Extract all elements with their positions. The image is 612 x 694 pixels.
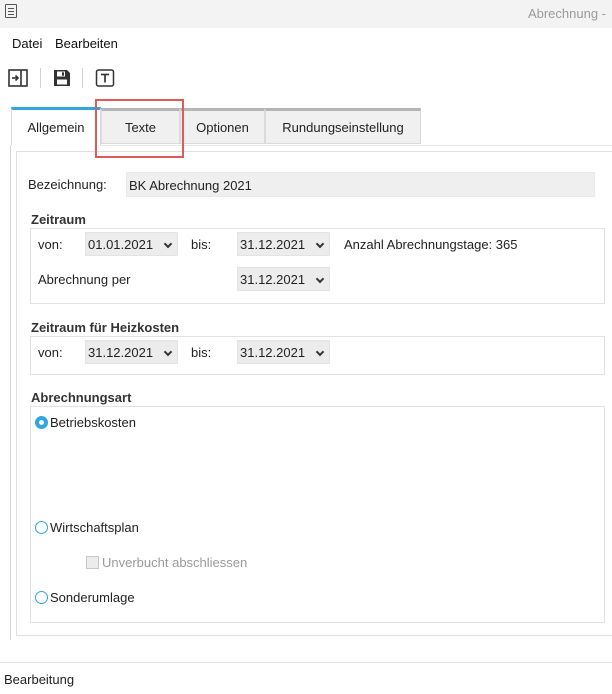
tab-label: Optionen: [196, 119, 249, 135]
status-bar: Bearbeitung: [0, 662, 612, 694]
period-from-label: von:: [38, 237, 63, 252]
designation-label: Bezeichnung:: [28, 177, 107, 192]
tab-bar: Allgemein Texte Optionen Rundungseinstel…: [0, 107, 612, 146]
radio-label-betriebskosten[interactable]: Betriebskosten: [50, 415, 136, 430]
menu-edit[interactable]: Bearbeiten: [55, 36, 118, 51]
chevron-down-icon: [315, 239, 325, 249]
tab-rundungseinstellung[interactable]: Rundungseinstellung: [265, 108, 421, 144]
save-button[interactable]: [50, 66, 74, 90]
chevron-down-icon: [315, 274, 325, 284]
select-value: 31.12.2021: [240, 237, 306, 252]
heating-to-label: bis:: [191, 345, 212, 360]
toolbar-separator: [40, 68, 41, 88]
radio-sonderumlage[interactable]: [35, 591, 48, 604]
tab-allgemein[interactable]: Allgemein: [11, 107, 101, 146]
chevron-down-icon: [163, 347, 173, 357]
period-from-select[interactable]: 01.01.2021: [85, 232, 178, 256]
chevron-down-icon: [315, 347, 325, 357]
menu-bar: Datei Bearbeiten: [0, 28, 612, 58]
billing-type-section-title: Abrechnungsart: [31, 390, 132, 405]
tab-optionen[interactable]: Optionen: [180, 108, 265, 144]
radio-betriebskosten[interactable]: [35, 416, 48, 429]
period-section-title: Zeitraum: [31, 212, 86, 227]
unbooked-checkbox[interactable]: [86, 556, 99, 569]
billing-per-select[interactable]: 31.12.2021: [237, 267, 330, 291]
heating-from-select[interactable]: 31.12.2021: [85, 340, 178, 364]
select-value: 31.12.2021: [88, 345, 154, 360]
status-text: Bearbeitung: [4, 672, 75, 687]
exit-icon: [8, 69, 28, 87]
text-icon: [95, 69, 115, 87]
radio-label-sonderumlage[interactable]: Sonderumlage: [50, 590, 135, 605]
title-bar: Abrechnung -: [0, 0, 612, 28]
tab-label: Allgemein: [27, 120, 85, 135]
chevron-down-icon: [163, 239, 173, 249]
designation-field[interactable]: BK Abrechnung 2021: [126, 172, 595, 197]
heating-to-select[interactable]: 31.12.2021: [237, 340, 330, 364]
window-title: Abrechnung -: [527, 6, 606, 21]
save-icon: [54, 70, 70, 86]
menu-file[interactable]: Datei: [12, 36, 42, 51]
toolbar-separator: [82, 68, 83, 88]
tab-texte[interactable]: Texte: [101, 108, 180, 144]
period-to-select[interactable]: 31.12.2021: [237, 232, 330, 256]
radio-wirtschaftsplan[interactable]: [35, 521, 48, 534]
tab-label: Texte: [124, 119, 157, 135]
app-icon: [5, 4, 17, 18]
select-value: 31.12.2021: [240, 345, 306, 360]
text-button[interactable]: [93, 66, 117, 90]
radio-label-wirtschaftsplan[interactable]: Wirtschaftsplan: [50, 520, 139, 535]
select-value: 01.01.2021: [88, 237, 154, 252]
heating-period-section-title: Zeitraum für Heizkosten: [31, 320, 180, 335]
period-to-label: bis:: [191, 237, 212, 252]
toolbar: [0, 60, 612, 98]
tab-label: Rundungseinstellung: [282, 119, 404, 135]
heating-from-label: von:: [38, 345, 63, 360]
unbooked-label: Unverbucht abschliessen: [102, 555, 248, 570]
billing-per-label: Abrechnung per: [38, 272, 131, 287]
exit-button[interactable]: [6, 66, 30, 90]
billing-days-text: Anzahl Abrechnungstage: 365: [344, 237, 518, 252]
select-value: 31.12.2021: [240, 272, 306, 287]
